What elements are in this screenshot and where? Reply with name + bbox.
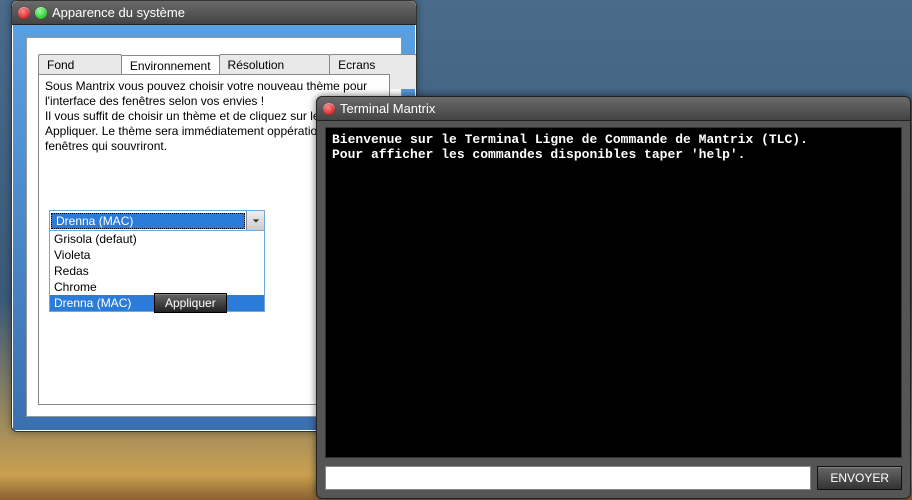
theme-option-violeta[interactable]: Violeta <box>50 247 264 263</box>
terminal-line-2: Pour afficher les commandes disponibles … <box>332 147 745 162</box>
appearance-title: Apparence du système <box>52 5 185 20</box>
theme-option-redas[interactable]: Redas <box>50 263 264 279</box>
theme-combobox-selected[interactable]: Drenna (MAC) <box>50 211 264 231</box>
theme-option-grisola[interactable]: Grisola (defaut) <box>50 231 264 247</box>
chevron-down-icon[interactable] <box>246 211 264 230</box>
close-icon[interactable] <box>323 103 335 115</box>
terminal-output[interactable]: Bienvenue sur le Terminal Ligne de Comma… <box>325 127 902 458</box>
theme-combobox-value: Drenna (MAC) <box>51 213 245 229</box>
terminal-window: Terminal Mantrix Bienvenue sur le Termin… <box>316 96 911 499</box>
apply-button[interactable]: Appliquer <box>154 293 227 313</box>
minimize-icon[interactable] <box>35 7 47 19</box>
terminal-title: Terminal Mantrix <box>340 101 435 116</box>
send-button[interactable]: ENVOYER <box>817 466 902 490</box>
close-icon[interactable] <box>18 7 30 19</box>
terminal-input[interactable] <box>325 466 811 490</box>
terminal-line-1: Bienvenue sur le Terminal Ligne de Comma… <box>332 132 808 147</box>
terminal-input-row: ENVOYER <box>325 466 902 490</box>
appearance-titlebar[interactable]: Apparence du système <box>12 1 416 25</box>
terminal-titlebar[interactable]: Terminal Mantrix <box>317 97 910 121</box>
